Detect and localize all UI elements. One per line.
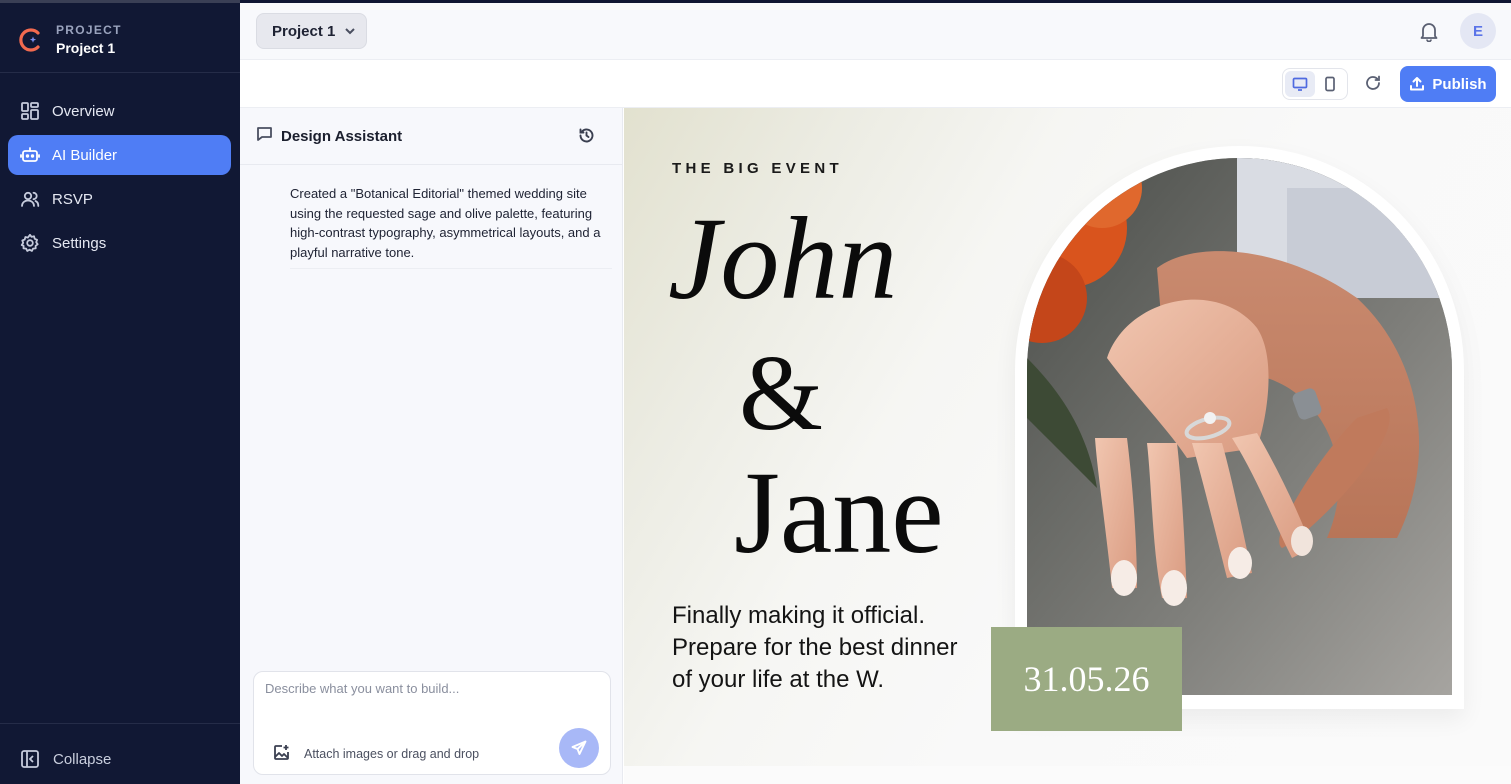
couple-hands-photo: [1027, 158, 1452, 695]
collapse-label: Collapse: [53, 750, 112, 768]
prompt-input[interactable]: [265, 681, 595, 721]
sidebar-item-rsvp[interactable]: RSVP: [8, 179, 231, 219]
phone-icon: [1325, 76, 1335, 92]
bell-icon: [1420, 23, 1438, 43]
sidebar-item-label: RSVP: [52, 190, 93, 208]
collapse-button[interactable]: Collapse: [20, 749, 111, 769]
sidebar-item-label: AI Builder: [52, 146, 118, 164]
attach-label[interactable]: Attach images or drag and drop: [304, 747, 479, 761]
refresh-icon: [1366, 75, 1380, 90]
sidebar-item-overview[interactable]: Overview: [8, 91, 231, 131]
sidebar-nav: Overview AI Builder RSVP Settings: [8, 91, 231, 267]
sidebar-collapse-icon: [21, 750, 39, 768]
mobile-view-button[interactable]: [1315, 71, 1345, 97]
device-toggle: [1282, 68, 1348, 100]
grid-icon: [21, 102, 39, 120]
preview-toolbar: Publish: [240, 60, 1511, 108]
notifications-button[interactable]: [1418, 20, 1440, 43]
assistant-message: Created a "Botanical Editorial" themed w…: [290, 184, 612, 269]
sidebar-divider: [0, 72, 240, 73]
send-icon: [571, 740, 587, 755]
main-area: Project 1 E Publish Design Assistant Cre…: [240, 3, 1511, 784]
gear-icon: [20, 233, 39, 252]
desktop-view-button[interactable]: [1285, 71, 1315, 97]
send-button[interactable]: [559, 728, 599, 768]
hero-ampersand: &: [739, 334, 824, 453]
message-square-icon: [256, 125, 273, 147]
project-name: Project 1: [56, 40, 116, 56]
history-button[interactable]: [578, 127, 595, 149]
avatar[interactable]: E: [1460, 13, 1496, 49]
hero-name-2: Jane: [734, 447, 944, 578]
history-icon: [579, 128, 594, 143]
users-icon: [21, 191, 40, 207]
sidebar-divider: [0, 723, 240, 724]
sidebar-item-ai-builder[interactable]: AI Builder: [8, 135, 231, 175]
robot-icon: [20, 147, 40, 162]
project-select[interactable]: Project 1: [256, 13, 367, 49]
publish-label: Publish: [1432, 75, 1487, 93]
chat-title: Design Assistant: [281, 127, 403, 145]
wedding-date: 31.05.26: [991, 627, 1182, 731]
refresh-button[interactable]: [1364, 74, 1384, 94]
design-assistant-panel: Design Assistant Created a "Botanical Ed…: [240, 108, 623, 784]
project-select-label: Project 1: [272, 22, 336, 40]
sidebar-item-label: Overview: [52, 102, 115, 120]
publish-button[interactable]: Publish: [1400, 66, 1496, 102]
chat-header: Design Assistant: [240, 108, 623, 165]
app-logo-icon: [19, 27, 40, 52]
sidebar: PROJECT Project 1 Overview AI Builder RS: [0, 0, 240, 784]
chat-composer: Attach images or drag and drop: [253, 671, 611, 775]
hero-name-1: John: [668, 193, 898, 324]
sidebar-item-settings[interactable]: Settings: [8, 223, 231, 263]
monitor-icon: [1292, 77, 1308, 91]
top-bar: Project 1 E: [240, 3, 1511, 60]
chevron-down-icon: [345, 28, 356, 35]
hero-tagline: Finally making it official. Prepare for …: [672, 602, 958, 693]
ring-hands-image: [1027, 158, 1452, 695]
project-kicker: PROJECT: [56, 23, 122, 37]
image-plus-icon: [274, 745, 289, 760]
hero-eyebrow: THE BIG EVENT: [672, 160, 843, 177]
upload-icon: [1410, 77, 1425, 91]
preview-bottom-edge: [624, 766, 1511, 784]
attach-image-button[interactable]: [273, 744, 290, 766]
site-preview: THE BIG EVENT John & Jane Finally making…: [624, 108, 1511, 784]
sidebar-item-label: Settings: [52, 234, 107, 252]
project-brand: PROJECT Project 1: [16, 23, 122, 56]
